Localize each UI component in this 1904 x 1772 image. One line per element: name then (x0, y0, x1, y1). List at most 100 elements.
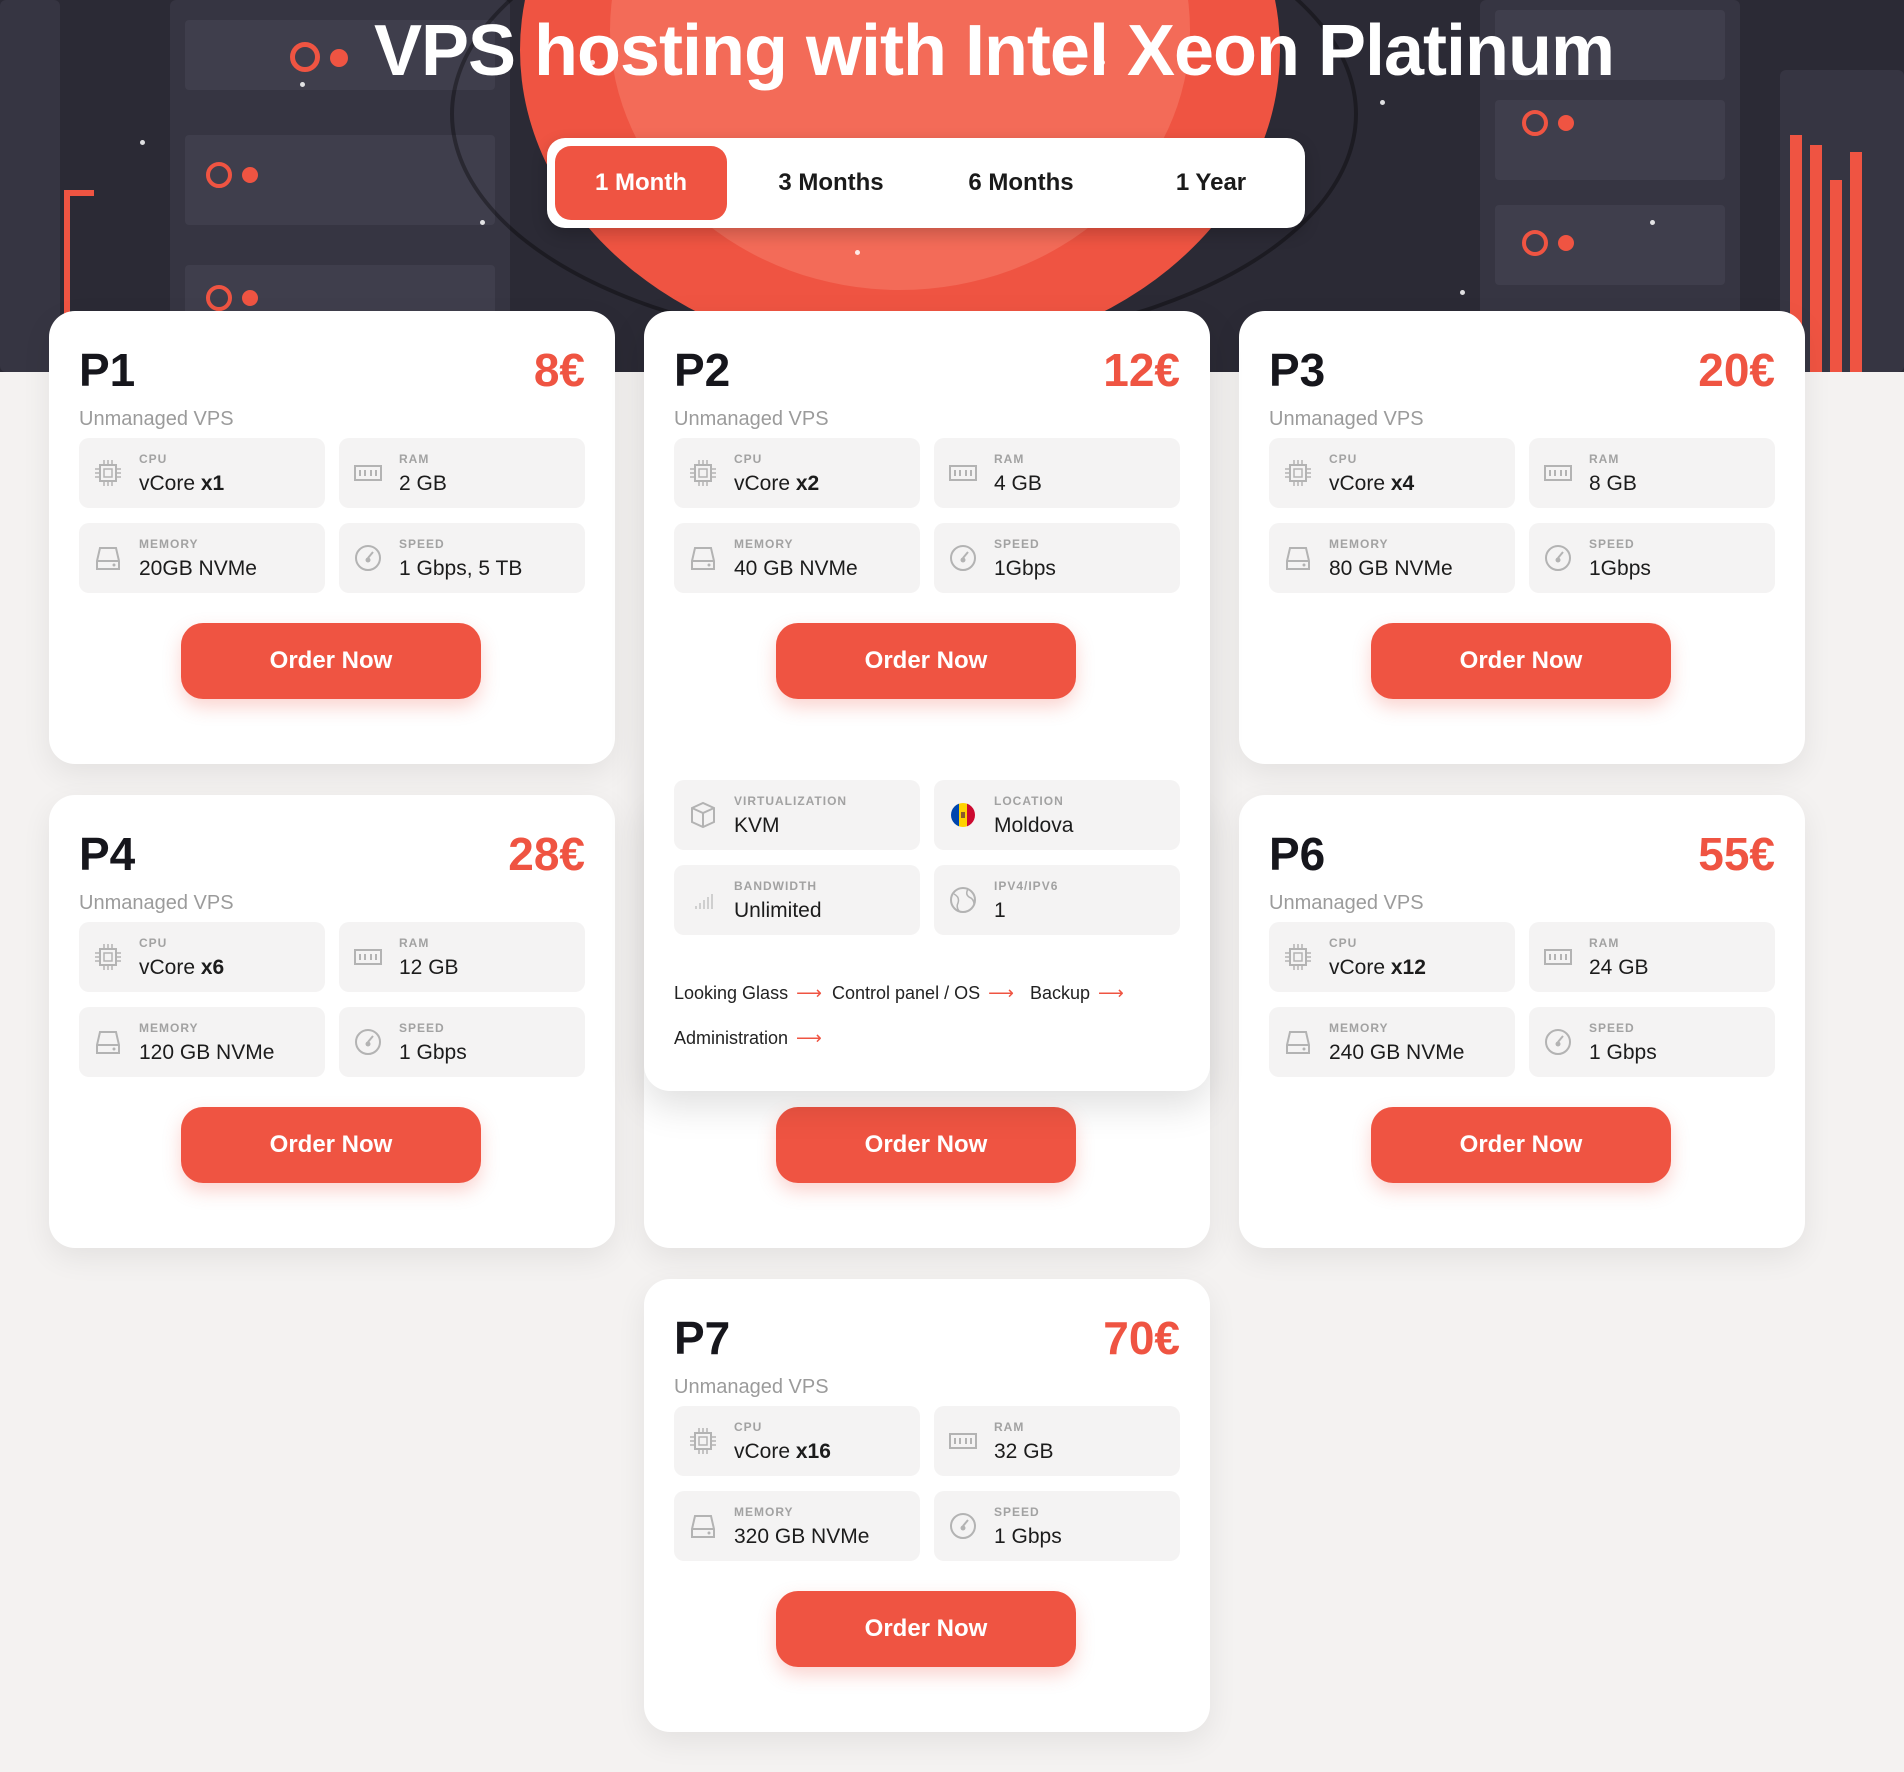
link-label: Administration (674, 1028, 789, 1048)
order-now-button[interactable]: Order Now (776, 1107, 1076, 1183)
spec-ram: RAM 8 GB (1529, 438, 1775, 508)
star (1650, 220, 1655, 225)
speedometer-icon (950, 1513, 976, 1539)
spec-value: 2 GB (399, 472, 447, 495)
spec-label: SPEED (1589, 537, 1635, 551)
spec-label: MEMORY (139, 537, 199, 551)
spec-label: CPU (139, 452, 168, 466)
spec-value: 80 GB NVMe (1329, 557, 1453, 580)
disk-icon (1286, 1031, 1310, 1054)
spec-label: CPU (734, 1420, 763, 1434)
spec-cpu: CPU vCore x6 (79, 922, 325, 992)
cpu-icon (95, 460, 121, 486)
spec-label: BANDWIDTH (734, 879, 817, 893)
link-control-panel-os[interactable]: Control panel / OS ⟶ (832, 983, 1014, 1004)
ram-icon (1544, 949, 1572, 965)
spec-memory: MEMORY 240 GB NVMe (1269, 1007, 1515, 1077)
cpu-icon (95, 944, 121, 970)
tab-6-months[interactable]: 6 Months (935, 146, 1107, 220)
tab-1-year[interactable]: 1 Year (1125, 146, 1297, 220)
spec-memory: MEMORY 40 GB NVMe (674, 523, 920, 593)
link-looking-glass[interactable]: Looking Glass ⟶ (674, 983, 822, 1004)
spec-speed: SPEED 1 Gbps (1529, 1007, 1775, 1077)
order-now-button[interactable]: Order Now (776, 623, 1076, 699)
star (855, 250, 860, 255)
plan-name: P3 (1269, 344, 1326, 396)
order-now-button[interactable]: Order Now (1371, 623, 1671, 699)
spec-value: Unlimited (734, 899, 822, 922)
cpu-type: vCore (1329, 472, 1386, 495)
arrow-right-icon: ⟶ (988, 983, 1014, 1003)
spec-value: vCore x16 (734, 1440, 831, 1464)
spec-ip: IPV4/IPV6 1 (934, 865, 1180, 935)
spec-value: Moldova (994, 814, 1074, 837)
order-now-button[interactable]: Order Now (181, 623, 481, 699)
plan-price: 8€ (533, 344, 585, 396)
spec-label: LOCATION (994, 794, 1064, 808)
spec-value: 1 Gbps, 5 TB (399, 557, 523, 580)
spec-value: 240 GB NVMe (1329, 1041, 1465, 1064)
brand-logo-icon (289, 36, 360, 76)
disk-icon (1286, 547, 1310, 570)
plan-name: P4 (79, 828, 136, 880)
spec-label: CPU (139, 936, 168, 950)
spec-value: 1Gbps (994, 557, 1056, 580)
order-now-button[interactable]: Order Now (181, 1107, 481, 1183)
cpu-type: vCore (734, 472, 791, 495)
globe-icon (950, 887, 976, 913)
spec-ram: RAM 32 GB (934, 1406, 1180, 1476)
order-now-button[interactable]: Order Now (776, 1591, 1076, 1667)
billing-period-tabs: 1 Month 3 Months 6 Months 1 Year (547, 138, 1305, 228)
spec-cpu: CPU vCore x16 (674, 1406, 920, 1476)
spec-label: MEMORY (734, 537, 794, 551)
spec-label: MEMORY (139, 1021, 199, 1035)
speedometer-icon (355, 545, 381, 571)
plan-name: P6 (1269, 828, 1326, 880)
tab-3-months[interactable]: 3 Months (745, 146, 917, 220)
link-backup[interactable]: Backup ⟶ (1030, 983, 1124, 1004)
star (140, 140, 145, 145)
tab-1-month[interactable]: 1 Month (555, 146, 727, 220)
plan-price: 70€ (1103, 1312, 1180, 1364)
spec-speed: SPEED 1 Gbps (934, 1491, 1180, 1561)
spec-value: 1 Gbps (399, 1041, 467, 1064)
plan-price: 12€ (1103, 344, 1180, 396)
star (1460, 290, 1465, 295)
spec-label: IPV4/IPV6 (994, 879, 1059, 893)
order-now-button[interactable]: Order Now (1371, 1107, 1671, 1183)
ram-icon (949, 465, 977, 481)
link-administration[interactable]: Administration ⟶ (674, 1028, 822, 1049)
spec-memory: MEMORY 80 GB NVMe (1269, 523, 1515, 593)
spec-value: vCore x12 (1329, 956, 1426, 980)
spec-value: 1 Gbps (1589, 1041, 1657, 1064)
signal-bar (1830, 180, 1842, 372)
spec-value: vCore x4 (1329, 472, 1414, 496)
link-label: Looking Glass (674, 983, 789, 1003)
plan-card-p1: P1 8€ Unmanaged VPS CPU vCore x1 RAM 2 G… (49, 311, 615, 764)
plan-card-p6: P6 55€ Unmanaged VPS CPU vCore x12 RAM 2… (1239, 795, 1805, 1248)
spec-value: 1 (994, 899, 1006, 922)
disk-icon (96, 1031, 120, 1054)
cpu-icon (690, 460, 716, 486)
spec-value: 1Gbps (1589, 557, 1651, 580)
spec-label: RAM (994, 1420, 1025, 1434)
spec-cpu: CPU vCore x2 (674, 438, 920, 508)
ram-icon (354, 465, 382, 481)
cpu-type: vCore (1329, 956, 1386, 979)
disk-icon (691, 547, 715, 570)
spec-label: SPEED (1589, 1021, 1635, 1035)
cpu-count: x12 (1390, 956, 1426, 979)
arrow-right-icon: ⟶ (796, 983, 822, 1003)
plan-type: Unmanaged VPS (1269, 892, 1424, 914)
spec-value: 40 GB NVMe (734, 557, 858, 580)
spec-label: CPU (734, 452, 763, 466)
signal-bars-icon (695, 894, 713, 909)
spec-label: SPEED (994, 537, 1040, 551)
speedometer-icon (1545, 1029, 1571, 1055)
arrow-right-icon: ⟶ (796, 1028, 822, 1048)
spec-cpu: CPU vCore x4 (1269, 438, 1515, 508)
link-label: Control panel / OS (832, 983, 981, 1003)
spec-value: 8 GB (1589, 472, 1637, 495)
spec-memory: MEMORY 320 GB NVMe (674, 1491, 920, 1561)
moldova-flag-icon (951, 803, 975, 827)
